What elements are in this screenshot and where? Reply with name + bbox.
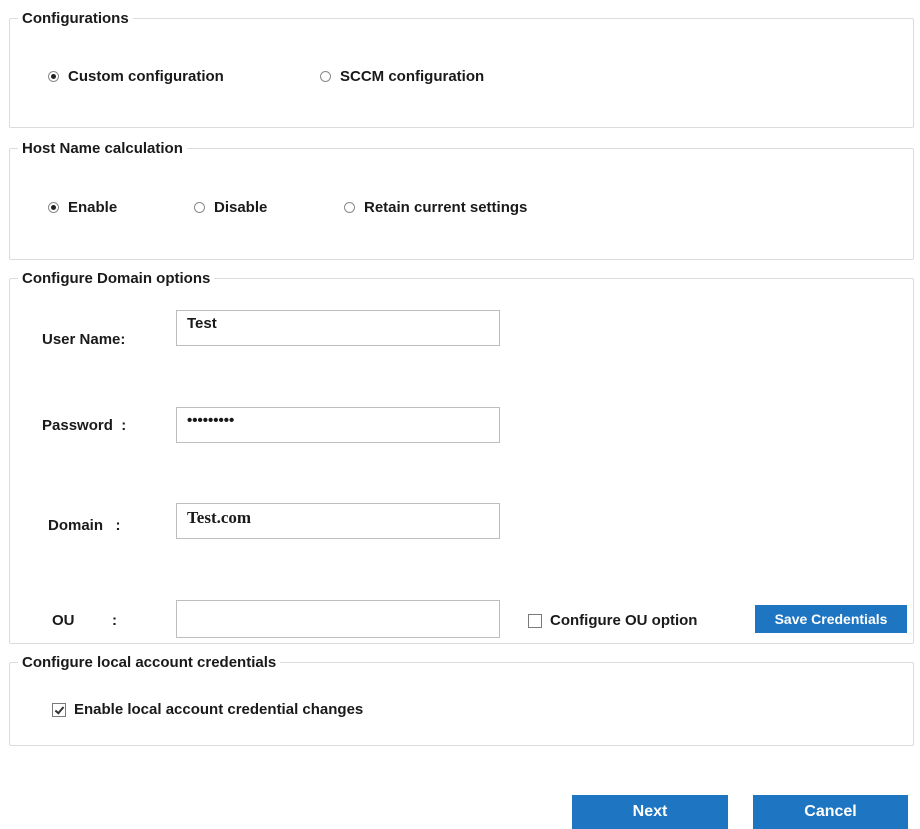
radio-indicator-checked[interactable] bbox=[48, 202, 59, 213]
ou-label: OU : bbox=[52, 612, 118, 629]
radio-label: Disable bbox=[214, 199, 268, 216]
radio-indicator-checked[interactable] bbox=[48, 71, 59, 82]
configurations-title: Configurations bbox=[18, 10, 133, 28]
radio-indicator[interactable] bbox=[320, 71, 331, 82]
local-account-title: Configure local account credentials bbox=[18, 654, 281, 672]
radio-indicator[interactable] bbox=[344, 202, 355, 213]
configurations-group: Configurations Custom configuration SCCM… bbox=[9, 10, 914, 128]
domain-input[interactable]: Test.com bbox=[176, 503, 500, 539]
configure-ou-checkbox[interactable] bbox=[528, 613, 542, 628]
cancel-button[interactable]: Cancel bbox=[753, 795, 908, 829]
radio-custom-configuration[interactable]: Custom configuration bbox=[48, 68, 224, 85]
enable-local-account-label: Enable local account credential changes bbox=[74, 701, 364, 718]
hostname-group: Host Name calculation Enable Disable Ret… bbox=[9, 140, 914, 260]
enable-local-account-changes[interactable]: Enable local account credential changes bbox=[52, 701, 363, 718]
radio-label: Custom configuration bbox=[68, 68, 224, 85]
domain-options-group: Configure Domain options User Name: Test… bbox=[9, 270, 914, 644]
ou-input[interactable] bbox=[176, 600, 500, 638]
radio-label: SCCM configuration bbox=[340, 68, 485, 85]
domain-options-title: Configure Domain options bbox=[18, 270, 215, 288]
hostname-title: Host Name calculation bbox=[18, 140, 187, 158]
next-button[interactable]: Next bbox=[572, 795, 728, 829]
radio-retain-current-settings[interactable]: Retain current settings bbox=[344, 199, 527, 216]
radio-sccm-configuration[interactable]: SCCM configuration bbox=[320, 68, 484, 85]
password-input[interactable]: ••••••••• bbox=[176, 407, 500, 443]
save-credentials-button[interactable]: Save Credentials bbox=[755, 605, 907, 633]
domain-label: Domain : bbox=[48, 517, 121, 534]
username-input[interactable]: Test bbox=[176, 310, 500, 346]
radio-enable[interactable]: Enable bbox=[48, 199, 117, 216]
configure-ou-option[interactable]: Configure OU option bbox=[528, 612, 697, 629]
password-label: Password : bbox=[42, 417, 127, 434]
radio-label: Enable bbox=[68, 199, 118, 216]
username-label: User Name: bbox=[42, 331, 126, 348]
radio-indicator[interactable] bbox=[194, 202, 205, 213]
enable-local-account-checkbox[interactable] bbox=[52, 702, 66, 717]
local-account-group: Configure local account credentials Enab… bbox=[9, 654, 914, 746]
radio-disable[interactable]: Disable bbox=[194, 199, 267, 216]
configure-ou-label: Configure OU option bbox=[550, 612, 698, 629]
radio-label: Retain current settings bbox=[364, 199, 528, 216]
